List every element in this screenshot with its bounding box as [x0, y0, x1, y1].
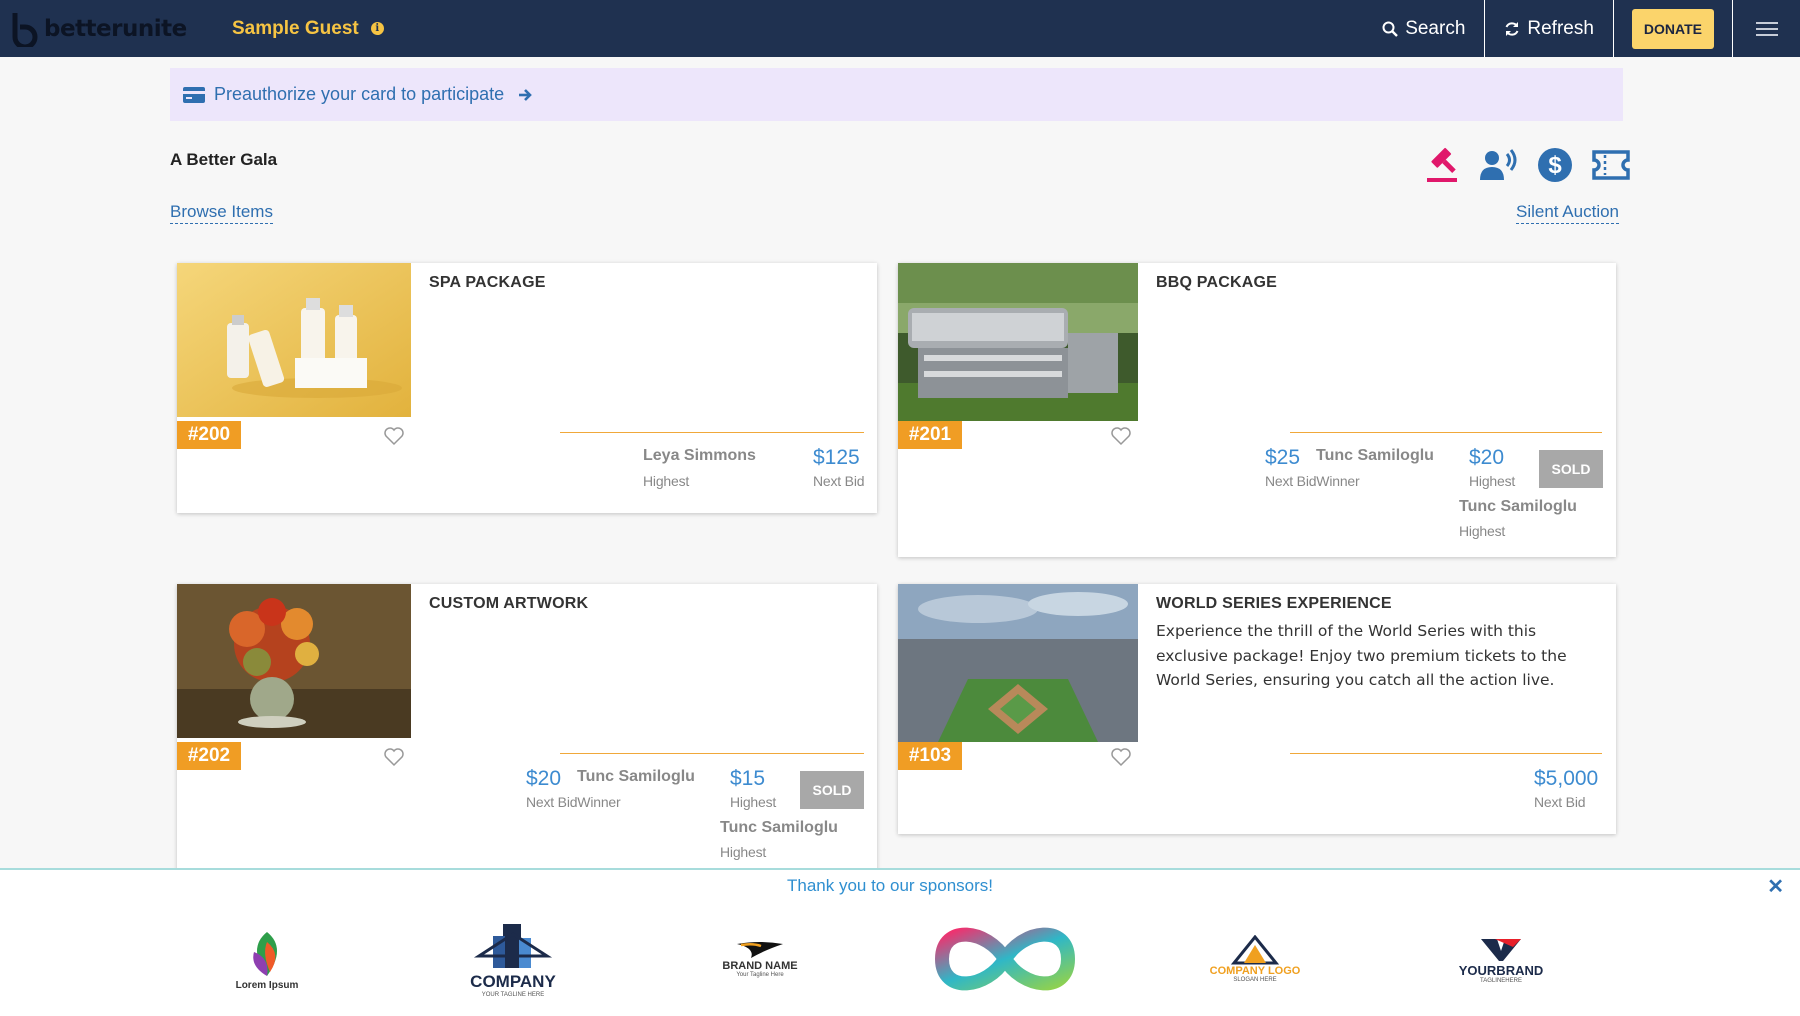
sponsors-title: Thank you to our sponsors!: [786, 876, 993, 895]
item-title[interactable]: WORLD SERIES EXPERIENCE: [1156, 595, 1392, 613]
heart-icon[interactable]: [383, 426, 405, 446]
sponsor-logo-brand-name[interactable]: BRAND NAME Your Tagline Here: [700, 904, 820, 1014]
sponsor-logo-company[interactable]: COMPANY YOUR TAGLINE HERE: [453, 904, 573, 1014]
search-icon: [1382, 21, 1399, 37]
winner-name: Tunc Samiloglu: [577, 768, 695, 785]
item-card-200[interactable]: #200 SPA PACKAGE Leya Simmons Highest $1…: [177, 263, 877, 513]
logo-mark-icon: [12, 12, 38, 47]
winner-name: Tunc Samiloglu: [1316, 447, 1434, 464]
arrow-right-icon: [519, 88, 532, 101]
item-photo[interactable]: [177, 263, 411, 417]
next-bid-amount: $125: [813, 446, 860, 469]
highest-bidder-label: Highest: [1459, 523, 1506, 539]
heart-icon[interactable]: [1110, 747, 1132, 767]
highest-bidder-name: Tunc Samiloglu: [1459, 498, 1577, 515]
search-button[interactable]: Search: [1363, 0, 1484, 57]
betterunite-logo[interactable]: betterunite: [10, 11, 202, 47]
highest-bidder-name: Tunc Samiloglu: [720, 819, 838, 836]
highest-bidder-name: Leya Simmons: [643, 447, 756, 464]
item-number-badge: #201: [898, 421, 962, 449]
speaker-icon[interactable]: [1471, 145, 1527, 185]
item-number-badge: #200: [177, 421, 241, 449]
divider: [560, 753, 864, 754]
dollar-icon[interactable]: $: [1527, 145, 1583, 185]
sponsor-logo-lorem-ipsum[interactable]: Lorem Ipsum: [207, 904, 327, 1014]
divider: [1290, 432, 1602, 433]
next-bid-amount: $5,000: [1534, 767, 1599, 790]
next-bid-label: Next BidWinner: [526, 794, 621, 810]
item-card-103[interactable]: #103 WORLD SERIES EXPERIENCE Experience …: [898, 584, 1616, 834]
top-navbar: betterunite Sample Guest i Search Refres…: [0, 0, 1800, 57]
item-photo[interactable]: [898, 263, 1138, 421]
sponsor-logo-yourbrand[interactable]: YOURBRAND TAGLINEHERE: [1441, 904, 1561, 1014]
highest-bid-amount: $15: [730, 767, 766, 790]
close-icon[interactable]: ✕: [1767, 874, 1784, 899]
item-photo[interactable]: [898, 584, 1138, 742]
item-title[interactable]: CUSTOM ARTWORK: [429, 595, 588, 613]
next-bid-label: Next BidWinner: [1265, 473, 1360, 489]
item-description: Experience the thrill of the World Serie…: [1156, 622, 1567, 689]
svg-text:$: $: [1548, 152, 1562, 179]
highest-bid-amount: $20: [1469, 446, 1505, 469]
credit-card-icon: [183, 86, 205, 103]
donate-button[interactable]: DONATE: [1631, 8, 1714, 49]
preauthorize-banner[interactable]: Preauthorize your card to participate: [170, 68, 1623, 121]
highest-bidder-label: Highest: [720, 844, 767, 860]
item-card-202[interactable]: #202 CUSTOM ARTWORK $20 Next BidWinner T…: [177, 584, 877, 874]
menu-button[interactable]: [1732, 0, 1800, 57]
sold-badge: SOLD: [1539, 450, 1603, 488]
guest-name[interactable]: Sample Guest i: [232, 18, 384, 40]
gavel-icon[interactable]: [1415, 145, 1471, 185]
item-card-201[interactable]: #201 BBQ PACKAGE $25 Next BidWinner Tunc…: [898, 263, 1616, 557]
silent-auction-link[interactable]: Silent Auction: [1516, 202, 1620, 224]
item-title[interactable]: BBQ PACKAGE: [1156, 274, 1277, 292]
sponsor-logo-infinity[interactable]: [925, 904, 1085, 1014]
event-title: A Better Gala: [170, 150, 278, 169]
highest-label: Highest: [1469, 473, 1516, 489]
divider: [560, 432, 864, 433]
refresh-icon: [1505, 21, 1519, 36]
logo-text: betterunite: [44, 15, 187, 42]
item-number-badge: #103: [898, 742, 962, 770]
divider: [1290, 753, 1602, 754]
hamburger-icon: [1755, 18, 1778, 40]
item-number-badge: #202: [177, 742, 241, 770]
sold-badge: SOLD: [800, 771, 864, 809]
heart-icon[interactable]: [383, 747, 405, 767]
info-icon[interactable]: i: [370, 22, 384, 35]
refresh-button[interactable]: Refresh: [1484, 0, 1613, 57]
next-bid-amount: $20: [526, 767, 562, 790]
heart-icon[interactable]: [1110, 426, 1132, 446]
sponsor-logo-company-logo[interactable]: COMPANY LOGO SLOGAN HERE: [1195, 904, 1315, 1014]
ticket-icon[interactable]: [1583, 145, 1639, 185]
highest-label: Highest: [643, 473, 690, 489]
item-photo[interactable]: [177, 584, 411, 738]
item-title[interactable]: SPA PACKAGE: [429, 274, 546, 292]
browse-items-link[interactable]: Browse Items: [170, 202, 273, 224]
next-bid-label: Next Bid: [813, 473, 865, 489]
next-bid-label: Next Bid: [1534, 794, 1586, 810]
sponsors-footer: Thank you to our sponsors! ✕ Lorem Ipsum…: [0, 868, 1800, 1016]
highest-label: Highest: [730, 794, 777, 810]
next-bid-amount: $25: [1265, 446, 1301, 469]
event-nav-icons: $: [1415, 145, 1639, 185]
